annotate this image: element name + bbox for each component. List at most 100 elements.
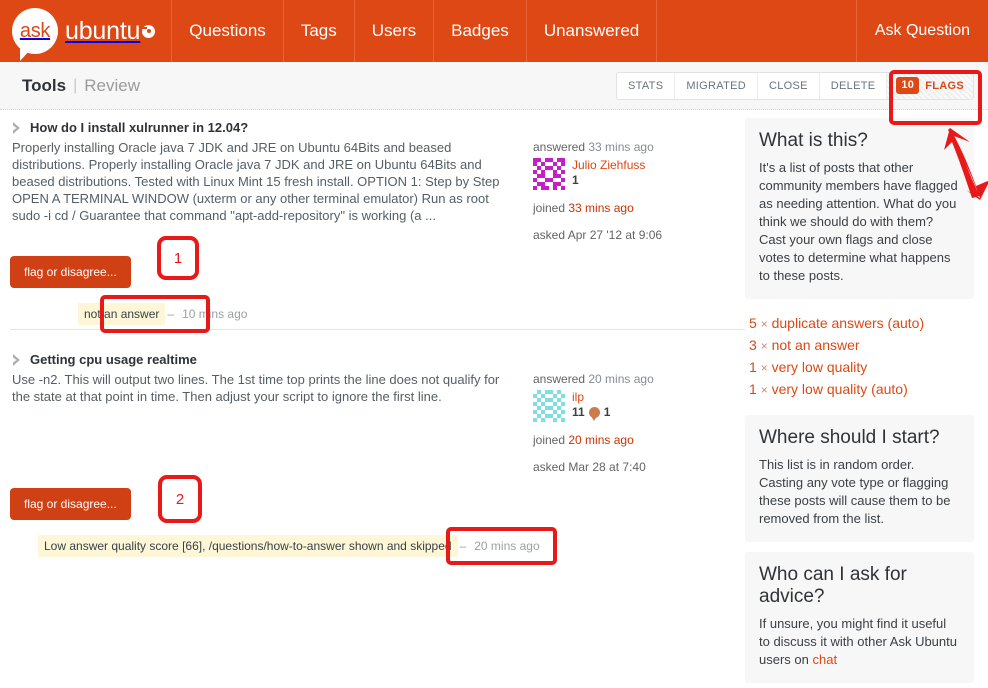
- flag-stat-count: 1: [749, 381, 757, 397]
- what-is-this-heading: What is this?: [759, 130, 868, 151]
- tab-flags[interactable]: 10 FLAGS: [887, 72, 973, 99]
- flag-reason-dash: –: [459, 539, 467, 553]
- flag-or-disagree-button[interactable]: flag or disagree...: [10, 488, 131, 520]
- ubuntu-circle-of-friends-icon: [142, 24, 156, 38]
- flag-stat-row: 5 × duplicate answers (auto): [749, 313, 974, 335]
- answered-time: 20 mins ago: [588, 372, 654, 386]
- user-info: ilp 11 1: [572, 390, 611, 421]
- flag-reason-row: Low answer quality score [66], /question…: [10, 527, 745, 565]
- user-name-link[interactable]: Julio Ziehfuss: [572, 158, 645, 172]
- ask-question-button[interactable]: Ask Question: [855, 0, 988, 62]
- post-excerpt: Use -n2. This will output two lines. The…: [12, 372, 500, 404]
- user-info: Julio Ziehfuss 1: [572, 158, 645, 188]
- where-should-i-start-card: Where should I start? This list is in ra…: [745, 415, 974, 542]
- post-title-link[interactable]: How do I install xulrunner in 12.04?: [30, 120, 248, 135]
- flag-stat-label[interactable]: very low quality (auto): [772, 381, 908, 397]
- asked-label: asked: [533, 460, 566, 474]
- flagged-posts-list: How do I install xulrunner in 12.04? Pro…: [0, 110, 745, 688]
- chat-link[interactable]: chat: [812, 652, 837, 667]
- flag-stat-label[interactable]: very low quality: [772, 359, 868, 375]
- top-navigation-bar: ask ubuntu Questions Tags Users Badges U…: [0, 0, 988, 62]
- joined-label: joined: [533, 201, 566, 215]
- post-meta: answered 20 mins ago ilp 11 1 joined 20 …: [515, 371, 730, 476]
- tab-stats[interactable]: STATS: [617, 72, 676, 99]
- answered-label: answered: [533, 372, 586, 386]
- flag-stat-times: ×: [760, 339, 768, 353]
- flag-stat-label[interactable]: duplicate answers (auto): [772, 315, 925, 331]
- site-logo[interactable]: ask ubuntu: [0, 0, 173, 62]
- post-excerpt: Properly installing Oracle java 7 JDK an…: [12, 140, 500, 223]
- tools-toolbar: Tools | Review STATS MIGRATED CLOSE DELE…: [0, 62, 988, 125]
- expand-chevron-icon[interactable]: [10, 353, 24, 367]
- user-name-link[interactable]: ilp: [572, 390, 610, 404]
- logo-ask-text: ask: [19, 19, 51, 42]
- tools-title: Tools: [22, 75, 67, 95]
- answered-line: answered 33 mins ago: [533, 139, 730, 156]
- post-header: Getting cpu usage realtime: [10, 352, 745, 367]
- flag-reason-text: Low answer quality score [66], /question…: [38, 535, 458, 557]
- annotation-marker-2: 2: [158, 475, 202, 523]
- logo-bubble-icon: ask: [12, 8, 58, 61]
- flagged-post-item: Getting cpu usage realtime Use -n2. This…: [10, 352, 745, 565]
- flag-reason-time: 10 mins ago: [182, 307, 248, 321]
- asked-label: asked: [533, 228, 566, 242]
- tab-migrated[interactable]: MIGRATED: [675, 72, 758, 99]
- flag-reason-dash: –: [167, 307, 175, 321]
- tab-flags-label: FLAGS: [925, 79, 964, 92]
- flag-stat-count: 3: [749, 337, 757, 353]
- page-body: How do I install xulrunner in 12.04? Pro…: [0, 110, 988, 688]
- flag-stat-times: ×: [760, 317, 768, 331]
- flag-or-disagree-button[interactable]: flag or disagree...: [10, 256, 131, 288]
- tools-subtitle-review: Review: [84, 75, 140, 95]
- post-title-link[interactable]: Getting cpu usage realtime: [30, 352, 197, 367]
- tab-delete[interactable]: DELETE: [820, 72, 888, 99]
- post-header: How do I install xulrunner in 12.04?: [10, 120, 745, 135]
- joined-time: 33 mins ago: [568, 201, 634, 215]
- logo-ubuntu-text: ubuntu: [65, 16, 141, 45]
- asked-time: Mar 28 at 7:40: [568, 460, 646, 474]
- flag-stat-times: ×: [760, 383, 768, 397]
- post-body: Use -n2. This will output two lines. The…: [10, 371, 745, 476]
- breadcrumb-separator: |: [73, 76, 78, 94]
- flag-reason-time: 20 mins ago: [474, 539, 540, 553]
- right-sidebar: What is this? It's a list of posts that …: [745, 110, 988, 688]
- answered-line: answered 20 mins ago: [533, 371, 730, 388]
- where-start-body: This list is in random order. Casting an…: [759, 457, 951, 526]
- user-card: Julio Ziehfuss 1: [533, 158, 730, 190]
- bronze-badge-icon: [588, 406, 600, 421]
- flag-stat-row: 1 × very low quality (auto): [749, 379, 974, 401]
- answered-label: answered: [533, 140, 586, 154]
- post-body: Properly installing Oracle java 7 JDK an…: [10, 139, 745, 244]
- reputation-value: 11: [572, 405, 585, 419]
- expand-chevron-icon[interactable]: [10, 121, 24, 135]
- user-card: ilp 11 1: [533, 390, 730, 422]
- nav-unanswered[interactable]: Unanswered: [527, 0, 658, 62]
- nav-questions[interactable]: Questions: [172, 0, 284, 62]
- flag-stat-count: 1: [749, 359, 757, 375]
- what-is-this-card: What is this? It's a list of posts that …: [745, 118, 974, 299]
- user-reputation: 1: [572, 172, 645, 188]
- tab-close[interactable]: CLOSE: [758, 72, 820, 99]
- flag-stat-count: 5: [749, 315, 757, 331]
- flags-count-badge: 10: [896, 77, 920, 94]
- nav-badges[interactable]: Badges: [434, 0, 527, 62]
- asked-time: Apr 27 '12 at 9:06: [567, 228, 663, 242]
- joined-line: joined 20 mins ago: [533, 432, 730, 449]
- nav-users[interactable]: Users: [355, 0, 435, 62]
- bronze-badge-count: 1: [603, 405, 611, 419]
- what-is-this-body: It's a list of posts that other communit…: [759, 160, 958, 283]
- flag-stat-label[interactable]: not an answer: [772, 337, 860, 353]
- flag-actions-row: flag or disagree... 2: [10, 475, 745, 523]
- flag-actions-row: flag or disagree... 1: [10, 236, 745, 288]
- flag-stat-times: ×: [760, 361, 768, 375]
- annotation-marker-1: 1: [157, 236, 199, 280]
- where-start-heading: Where should I start?: [759, 427, 940, 448]
- nav-tags[interactable]: Tags: [284, 0, 355, 62]
- user-avatar-identicon[interactable]: [533, 158, 565, 190]
- joined-time: 20 mins ago: [568, 433, 634, 447]
- user-avatar-identicon[interactable]: [533, 390, 565, 422]
- user-reputation: 11 1: [572, 404, 611, 421]
- answered-time: 33 mins ago: [588, 140, 654, 154]
- reputation-value: 1: [572, 173, 579, 187]
